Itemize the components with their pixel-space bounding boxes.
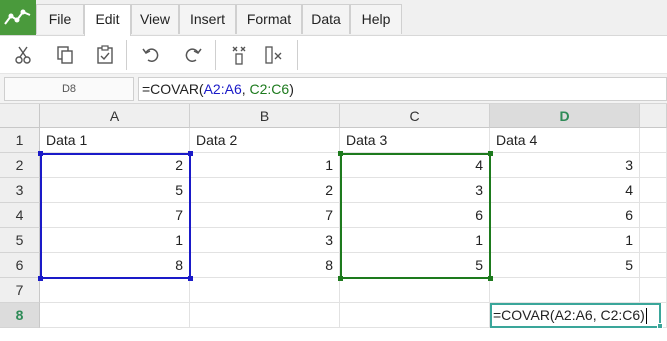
data-cell[interactable]: 1 xyxy=(340,228,490,253)
header-cell[interactable]: Data 2 xyxy=(190,128,340,153)
range-handle[interactable] xyxy=(188,276,193,281)
header-cell[interactable]: Data 4 xyxy=(490,128,640,153)
range-handle[interactable] xyxy=(188,151,193,156)
data-cell[interactable]: 5 xyxy=(340,253,490,278)
app-logo xyxy=(0,0,36,35)
formula-suffix: ) xyxy=(289,81,294,97)
toolbar xyxy=(0,36,667,74)
data-cell[interactable]: 4 xyxy=(340,153,490,178)
data-cell[interactable]: 3 xyxy=(340,178,490,203)
data-cell[interactable]: 8 xyxy=(40,253,190,278)
menu-view[interactable]: View xyxy=(131,4,179,34)
cell[interactable] xyxy=(640,153,667,178)
menu-data[interactable]: Data xyxy=(302,4,350,34)
name-box[interactable]: D8 xyxy=(4,77,134,101)
data-cell[interactable]: 2 xyxy=(190,178,340,203)
cell[interactable] xyxy=(640,203,667,228)
data-cell[interactable]: 6 xyxy=(340,203,490,228)
menubar: File Edit View Insert Format Data Help xyxy=(0,0,667,36)
column-header-e[interactable] xyxy=(640,104,667,128)
formula-separator: , xyxy=(241,81,250,97)
range-handle[interactable] xyxy=(338,276,343,281)
data-cell[interactable]: 3 xyxy=(190,228,340,253)
active-cell-editor[interactable]: =COVAR(A2:A6, C2:C6) xyxy=(490,303,661,328)
range-handle[interactable] xyxy=(488,151,493,156)
paste-icon[interactable] xyxy=(94,44,116,66)
copy-icon[interactable] xyxy=(54,44,76,66)
toolbar-separator xyxy=(126,40,127,70)
cell[interactable] xyxy=(640,178,667,203)
select-all-corner[interactable] xyxy=(0,104,40,128)
undo-icon[interactable] xyxy=(140,44,162,66)
row-header-7[interactable]: 7 xyxy=(0,278,40,303)
row-header-3[interactable]: 3 xyxy=(0,178,40,203)
formula-bar: D8 =COVAR(A2:A6, C2:C6) xyxy=(0,74,667,104)
row-header-6[interactable]: 6 xyxy=(0,253,40,278)
cell[interactable] xyxy=(640,228,667,253)
data-cell[interactable]: 7 xyxy=(190,203,340,228)
row-header-5[interactable]: 5 xyxy=(0,228,40,253)
cell[interactable] xyxy=(40,278,190,303)
toolbar-separator xyxy=(215,40,216,70)
cell[interactable] xyxy=(640,278,667,303)
menu-format[interactable]: Format xyxy=(236,4,302,34)
data-cell[interactable]: 5 xyxy=(490,253,640,278)
text-caret xyxy=(645,308,647,325)
data-cell[interactable]: 3 xyxy=(490,153,640,178)
range-handle[interactable] xyxy=(338,151,343,156)
insert-column-icon[interactable] xyxy=(228,44,250,66)
data-cell[interactable]: 4 xyxy=(490,178,640,203)
cell[interactable] xyxy=(190,303,340,328)
data-cell[interactable]: 5 xyxy=(40,178,190,203)
cut-icon[interactable] xyxy=(12,44,34,66)
row-header-2[interactable]: 2 xyxy=(0,153,40,178)
data-cell[interactable]: 7 xyxy=(40,203,190,228)
column-header-d[interactable]: D xyxy=(490,104,640,128)
range-handle[interactable] xyxy=(38,151,43,156)
header-cell[interactable]: Data 3 xyxy=(340,128,490,153)
header-cell[interactable]: Data 1 xyxy=(40,128,190,153)
data-cell[interactable]: 2 xyxy=(40,153,190,178)
delete-column-icon[interactable] xyxy=(262,44,284,66)
formula-prefix: =COVAR( xyxy=(142,81,204,97)
data-cell[interactable]: 1 xyxy=(40,228,190,253)
active-cell-text: =COVAR(A2:A6, C2:C6) xyxy=(493,307,645,323)
cell[interactable] xyxy=(40,303,190,328)
range-handle[interactable] xyxy=(38,276,43,281)
data-cell[interactable]: 6 xyxy=(490,203,640,228)
app-logo-icon xyxy=(4,9,31,25)
menu-edit[interactable]: Edit xyxy=(84,4,131,36)
formula-ref-1: A2:A6 xyxy=(203,81,242,97)
column-header-a[interactable]: A xyxy=(40,104,190,128)
cell[interactable] xyxy=(490,278,640,303)
cell[interactable] xyxy=(340,303,490,328)
row-header-4[interactable]: 4 xyxy=(0,203,40,228)
cell[interactable] xyxy=(640,128,667,153)
row-header-8[interactable]: 8 xyxy=(0,303,40,328)
menu-help[interactable]: Help xyxy=(350,4,402,34)
cell[interactable] xyxy=(340,278,490,303)
formula-input[interactable]: =COVAR(A2:A6, C2:C6) xyxy=(138,77,667,101)
row-header-1[interactable]: 1 xyxy=(0,128,40,153)
data-cell[interactable]: 1 xyxy=(490,228,640,253)
menu-insert[interactable]: Insert xyxy=(179,4,236,34)
data-cell[interactable]: 8 xyxy=(190,253,340,278)
column-header-b[interactable]: B xyxy=(190,104,340,128)
toolbar-separator xyxy=(297,40,298,70)
formula-ref-2: C2:C6 xyxy=(249,81,290,97)
range-handle[interactable] xyxy=(488,276,493,281)
fill-handle[interactable] xyxy=(657,323,663,329)
data-cell[interactable]: 1 xyxy=(190,153,340,178)
spreadsheet-grid[interactable]: A B C D 1 Data 1 Data 2 Data 3 Data 42214335… xyxy=(0,104,667,341)
column-header-c[interactable]: C xyxy=(340,104,490,128)
redo-icon[interactable] xyxy=(182,44,204,66)
cell[interactable] xyxy=(640,253,667,278)
cell[interactable] xyxy=(190,278,340,303)
menu-file[interactable]: File xyxy=(36,4,84,34)
